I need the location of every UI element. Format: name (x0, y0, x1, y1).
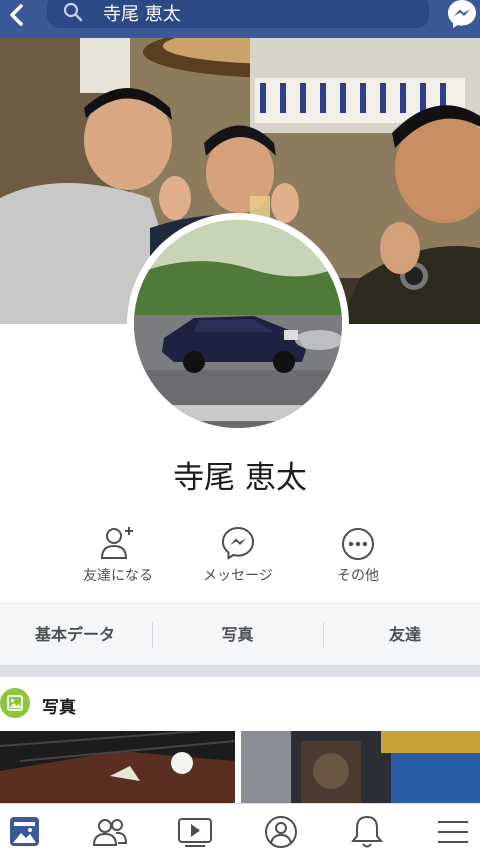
message-button[interactable]: メッセージ (178, 525, 298, 585)
profile-tabs: 基本データ 写真 友達 (0, 603, 480, 665)
top-bar: 寺尾 恵太 (0, 0, 480, 38)
profile-picture[interactable] (127, 213, 349, 435)
tab-divider (323, 622, 324, 648)
photos-section-header[interactable]: 写真 (0, 677, 480, 731)
back-arrow-icon[interactable] (6, 2, 28, 30)
search-icon (63, 2, 83, 26)
photos-section-title: 写真 (42, 698, 76, 718)
tab-friends[interactable]: 友達 (330, 604, 480, 666)
add-friend-icon (58, 525, 178, 563)
news-feed-icon[interactable] (0, 814, 48, 850)
photo-thumbnail[interactable] (0, 731, 235, 809)
watch-icon[interactable] (171, 814, 219, 850)
search-text: 寺尾 恵太 (103, 4, 181, 25)
section-divider (0, 665, 480, 677)
bottom-navigation (0, 803, 480, 853)
add-friend-label: 友達になる (83, 568, 153, 584)
tab-photos[interactable]: 写真 (160, 604, 315, 666)
more-button[interactable]: その他 (298, 525, 418, 585)
notifications-icon[interactable] (343, 814, 391, 850)
friends-icon[interactable] (86, 814, 134, 850)
tab-about[interactable]: 基本データ (0, 604, 150, 666)
more-label: その他 (337, 568, 379, 584)
tab-divider (152, 622, 153, 648)
profile-icon[interactable] (257, 814, 305, 850)
messenger-icon (178, 525, 298, 563)
add-friend-button[interactable]: 友達になる (58, 525, 178, 585)
more-icon (298, 525, 418, 563)
profile-name: 寺尾 恵太 (173, 460, 307, 496)
messenger-icon[interactable] (446, 0, 478, 29)
message-label: メッセージ (203, 568, 273, 584)
profile-actions: 友達になる メッセージ その他 (0, 525, 480, 585)
photo-icon (0, 688, 30, 718)
menu-icon[interactable] (428, 814, 476, 850)
search-bar[interactable]: 寺尾 恵太 (47, 0, 429, 28)
photo-thumbnail[interactable] (241, 731, 480, 809)
